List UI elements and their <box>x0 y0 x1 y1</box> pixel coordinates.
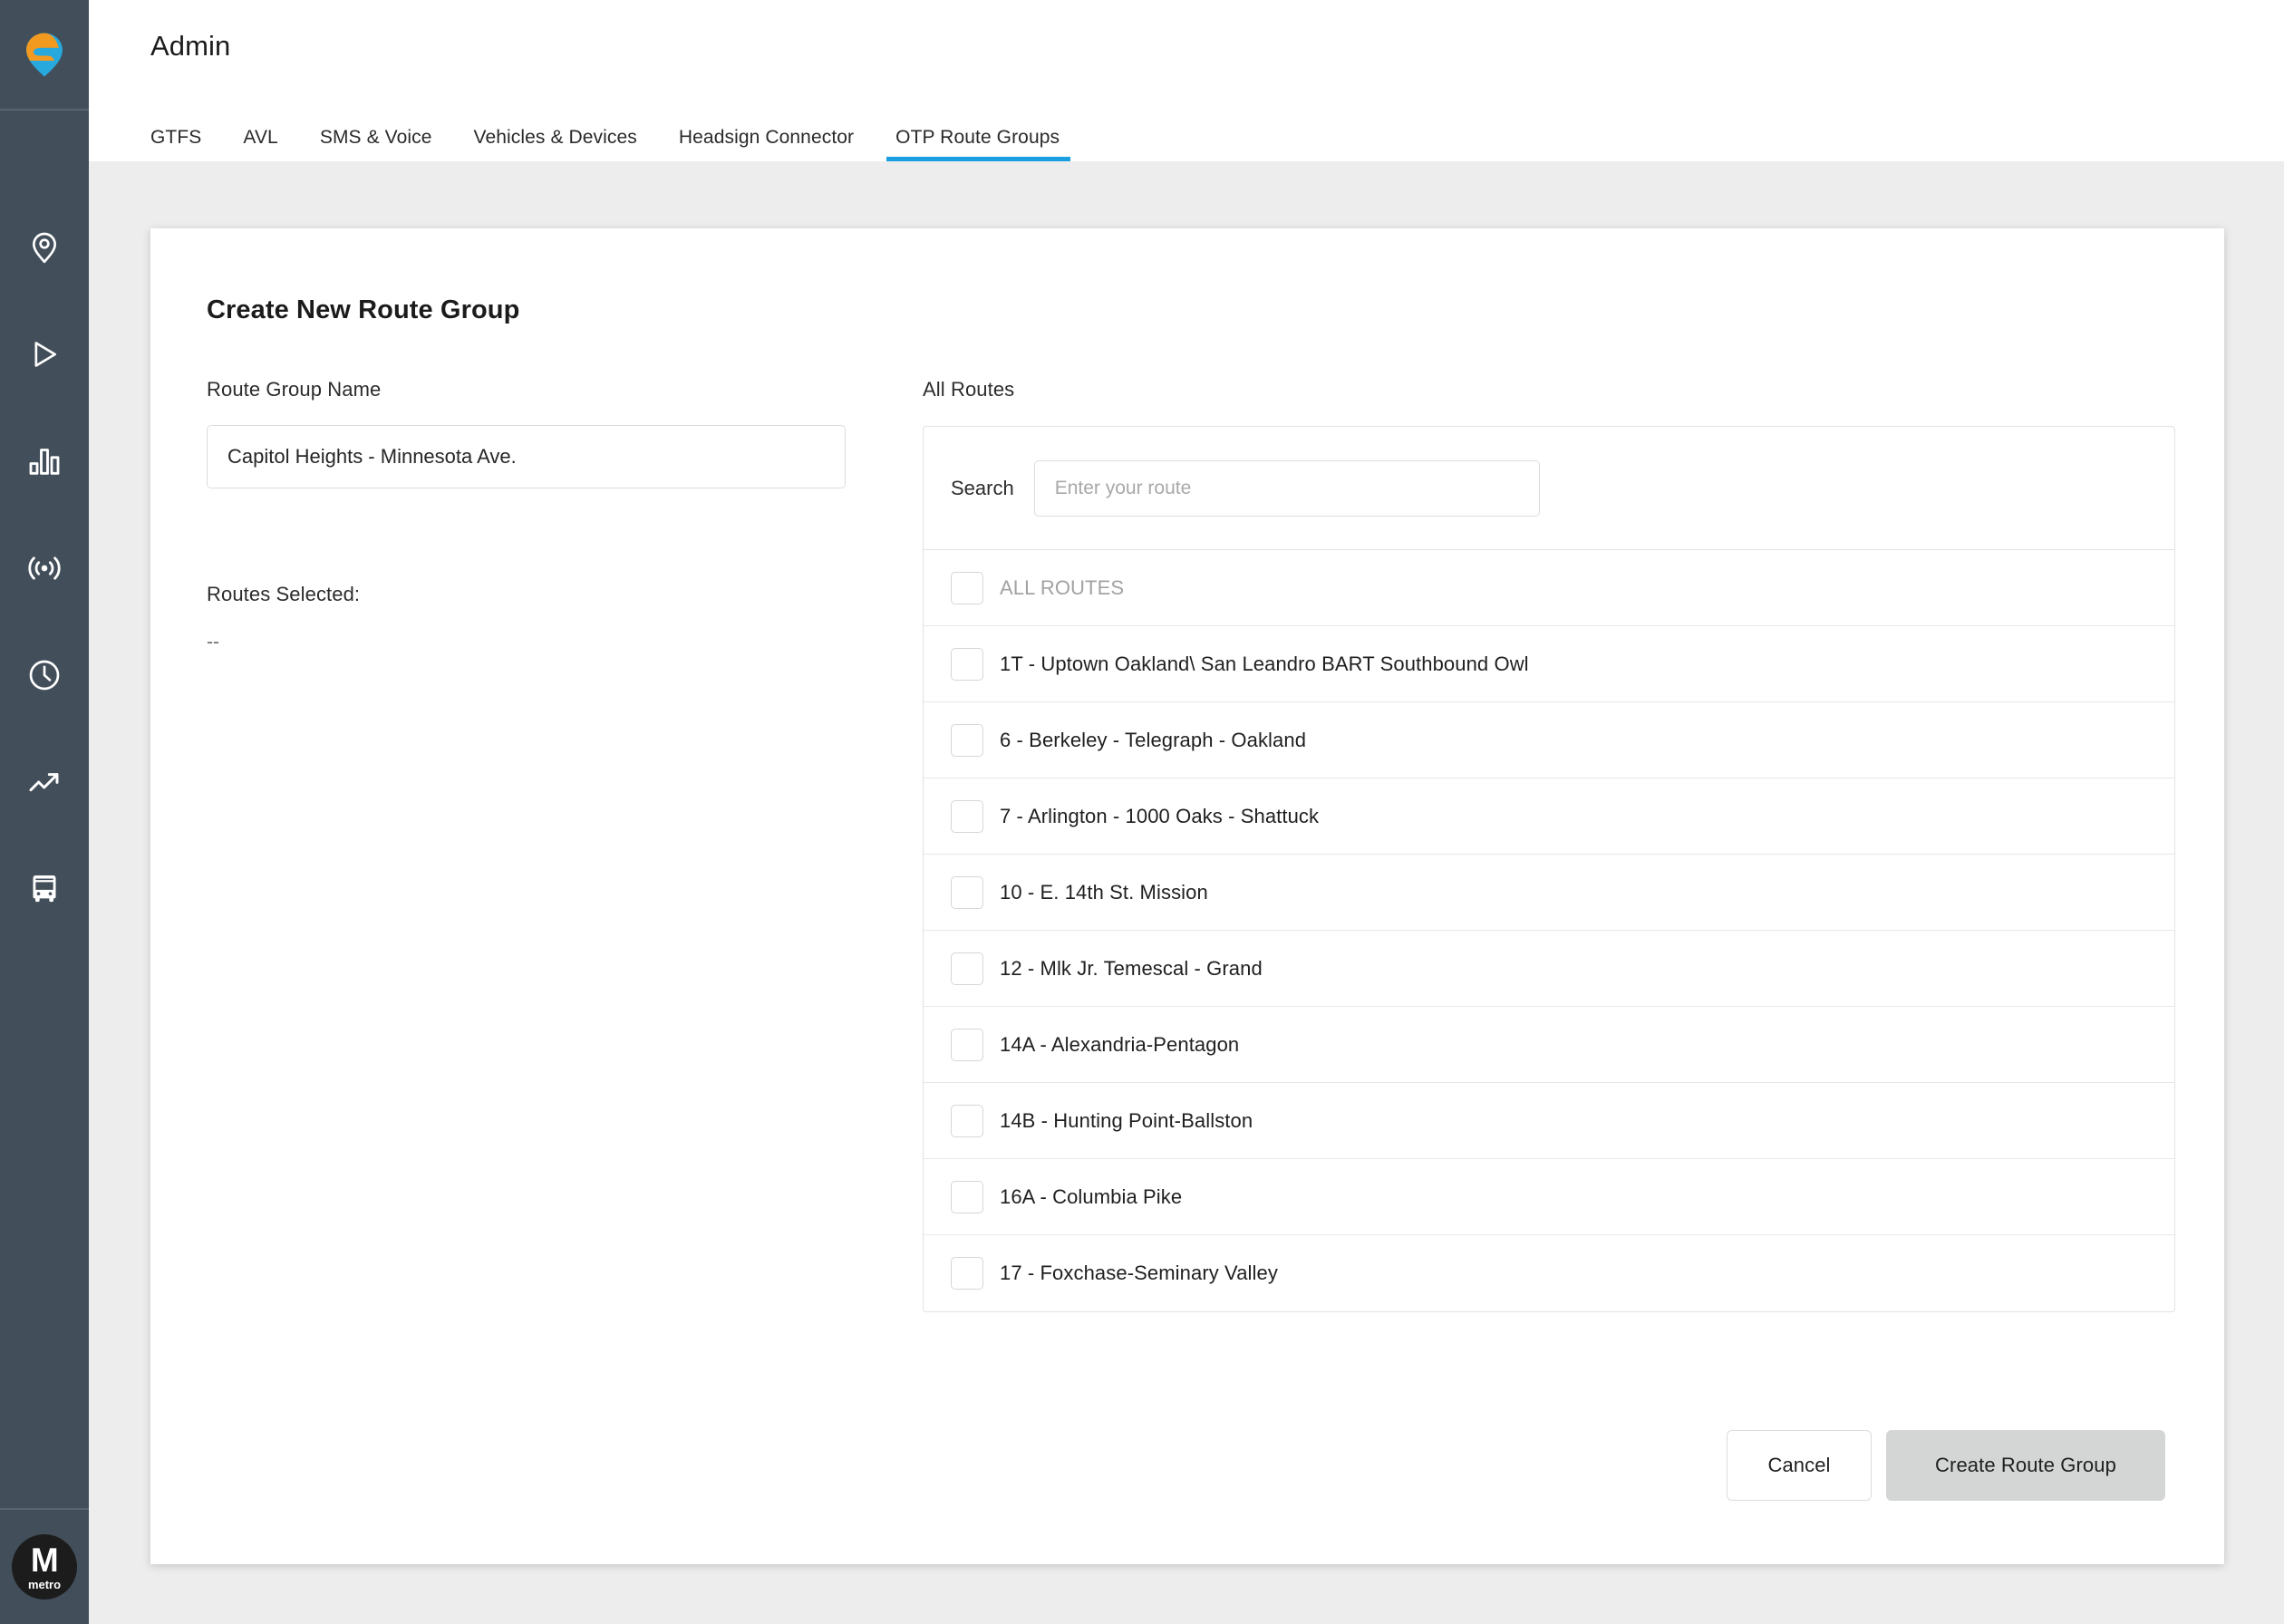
broadcast-icon <box>25 549 63 587</box>
table-row[interactable]: 14A - Alexandria-Pentagon <box>924 1007 2174 1083</box>
table-row[interactable]: 14B - Hunting Point-Ballston <box>924 1083 2174 1159</box>
table-row[interactable]: 1T - Uptown Oakland\ San Leandro BART So… <box>924 626 2174 702</box>
avatar[interactable]: M metro <box>12 1534 77 1600</box>
route-checkbox[interactable] <box>951 723 983 757</box>
route-checkbox[interactable] <box>951 952 983 985</box>
sidebar-item-schedule[interactable] <box>0 622 89 729</box>
tab-gtfs[interactable]: GTFS <box>150 127 201 161</box>
play-icon <box>26 336 63 372</box>
sidebar-item-map[interactable] <box>0 194 89 301</box>
route-checkbox[interactable] <box>951 647 983 681</box>
create-route-group-button[interactable]: Create Route Group <box>1886 1430 2165 1501</box>
table-row[interactable]: 16A - Columbia Pike <box>924 1159 2174 1235</box>
topbar: Admin GTFS AVL SMS & Voice Vehicles & De… <box>89 0 2284 161</box>
routes-panel: Search ALL ROUTES 1T - Uptown Oakland\ S… <box>923 426 2175 1312</box>
routes-selected-value: -- <box>207 632 219 652</box>
all-routes-label: All Routes <box>923 378 1015 401</box>
bar-chart-icon <box>26 443 63 479</box>
search-label: Search <box>951 477 1014 499</box>
table-row[interactable]: 17 - Foxchase-Seminary Valley <box>924 1235 2174 1311</box>
map-pin-icon <box>26 229 63 266</box>
routes-selected-label: Routes Selected: <box>207 583 361 605</box>
route-checkbox[interactable] <box>951 875 983 909</box>
route-checkbox[interactable] <box>951 1257 983 1290</box>
route-label: 6 - Berkeley - Telegraph - Oakland <box>1000 728 1307 751</box>
route-label: 1T - Uptown Oakland\ San Leandro BART So… <box>1000 652 1529 675</box>
table-row[interactable]: 12 - Mlk Jr. Temescal - Grand <box>924 931 2174 1007</box>
cancel-button[interactable]: Cancel <box>1727 1430 1872 1501</box>
app-root: M metro Admin GTFS AVL SMS & Voice Vehic… <box>0 0 2284 1624</box>
route-label: 10 - E. 14th St. Mission <box>1000 880 1208 904</box>
sidebar-item-vehicles[interactable] <box>0 836 89 942</box>
sidebar-nav <box>0 111 89 942</box>
all-routes-section: All Routes Search ALL ROUTES <box>923 378 2175 1564</box>
tab-vehicles-devices[interactable]: Vehicles & Devices <box>474 127 637 161</box>
trending-up-icon <box>26 764 63 800</box>
route-checkbox[interactable] <box>951 799 983 833</box>
sidebar-item-playback[interactable] <box>0 301 89 408</box>
route-row-all[interactable]: ALL ROUTES <box>924 550 2174 626</box>
route-checkbox[interactable] <box>951 1180 983 1213</box>
sidebar: M metro <box>0 0 89 1624</box>
route-label-all: ALL ROUTES <box>1000 575 1125 599</box>
search-row: Search <box>924 427 2174 550</box>
app-logo[interactable] <box>0 0 89 111</box>
table-row[interactable]: 6 - Berkeley - Telegraph - Oakland <box>924 702 2174 778</box>
card-footer: Cancel Create Route Group <box>923 1430 2168 1564</box>
route-group-name-label: Route Group Name <box>207 378 382 401</box>
page-title: Admin <box>150 30 231 62</box>
route-label: 12 - Mlk Jr. Temescal - Grand <box>1000 956 1263 980</box>
route-label: 14B - Hunting Point-Ballston <box>1000 1108 1253 1132</box>
content-area: Create New Route Group Route Group Name … <box>89 161 2284 1624</box>
route-label: 14A - Alexandria-Pentagon <box>1000 1032 1240 1056</box>
route-label: 7 - Arlington - 1000 Oaks - Shattuck <box>1000 804 1320 827</box>
card-title: Create New Route Group <box>207 295 520 324</box>
bus-icon <box>26 871 63 907</box>
table-row[interactable]: 10 - E. 14th St. Mission <box>924 855 2174 931</box>
route-checkbox[interactable] <box>951 1028 983 1061</box>
route-group-form: Route Group Name Routes Selected: -- <box>207 378 923 1564</box>
card-body: Route Group Name Routes Selected: -- All… <box>207 378 2175 1564</box>
sidebar-item-live[interactable] <box>0 515 89 622</box>
route-label: 16A - Columbia Pike <box>1000 1184 1183 1208</box>
search-input[interactable] <box>1033 460 1540 517</box>
swiftly-pin-logo-icon <box>26 33 63 77</box>
route-label: 17 - Foxchase-Seminary Valley <box>1000 1262 1278 1284</box>
main-area: Admin GTFS AVL SMS & Voice Vehicles & De… <box>89 0 2284 1624</box>
checkbox-all-routes[interactable] <box>951 571 983 604</box>
sidebar-item-reports[interactable] <box>0 408 89 515</box>
create-route-group-card: Create New Route Group Route Group Name … <box>150 228 2224 1564</box>
tab-headsign-connector[interactable]: Headsign Connector <box>679 127 854 161</box>
table-row[interactable]: 7 - Arlington - 1000 Oaks - Shattuck <box>924 778 2174 855</box>
avatar-letter: M <box>30 1542 59 1579</box>
tab-otp-route-groups[interactable]: OTP Route Groups <box>886 127 1071 161</box>
route-group-name-input[interactable] <box>207 425 846 488</box>
route-checkbox[interactable] <box>951 1104 983 1137</box>
sidebar-item-trends[interactable] <box>0 729 89 836</box>
tab-avl[interactable]: AVL <box>243 127 277 161</box>
sidebar-footer: M metro <box>0 1508 89 1624</box>
tab-bar: GTFS AVL SMS & Voice Vehicles & Devices … <box>150 127 2284 161</box>
avatar-word: metro <box>27 1578 62 1591</box>
clock-icon <box>26 657 63 693</box>
tab-sms-voice[interactable]: SMS & Voice <box>320 127 432 161</box>
